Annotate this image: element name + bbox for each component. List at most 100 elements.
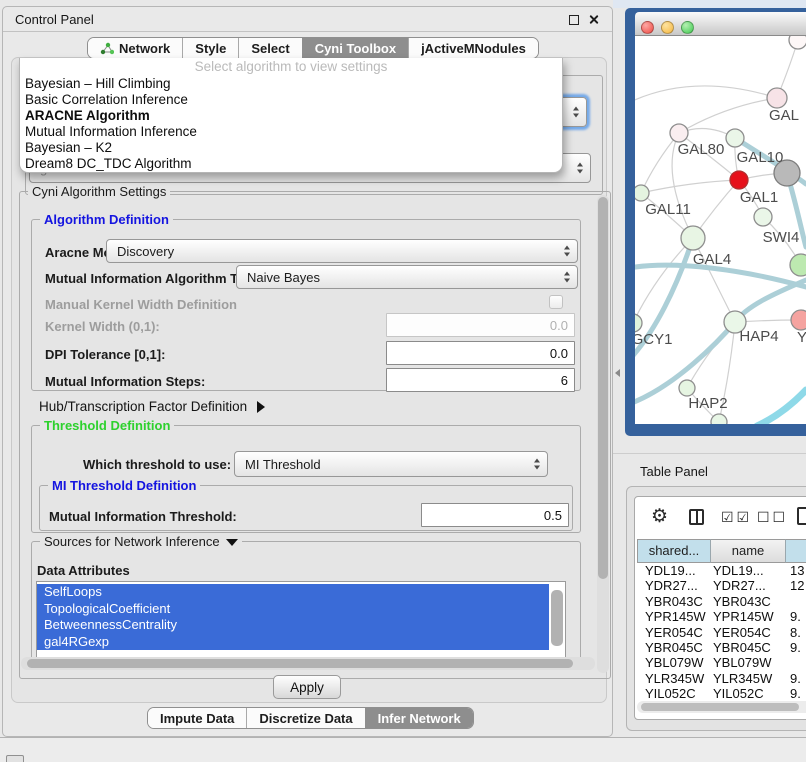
tab-cyni-toolbox[interactable]: Cyni Toolbox: [302, 38, 408, 58]
tab-infer-network[interactable]: Infer Network: [365, 708, 473, 728]
network-canvas[interactable]: GAL GAL80 GAL10 GAL1 GAL11 SWI4 GAL4 GCY…: [635, 36, 806, 424]
tab-impute-data[interactable]: Impute Data: [148, 708, 246, 728]
label-gal1: GAL1: [740, 189, 778, 206]
mi-threshold-input[interactable]: [421, 503, 569, 527]
deselect-all-checkbox-icon[interactable]: ☐☐: [757, 509, 788, 526]
manual-kernel-checkbox[interactable]: [549, 295, 563, 309]
node-partial-bottom[interactable]: [711, 414, 727, 424]
partial-widget: [6, 755, 24, 762]
aracne-mode-combo[interactable]: Discovery: [106, 239, 578, 263]
panel-splitter-handle[interactable]: [615, 369, 620, 377]
close-icon[interactable]: [588, 14, 599, 25]
list-item[interactable]: gal4RGexp: [37, 634, 549, 651]
label-gal7: GAL: [769, 107, 799, 124]
kernel-width-input[interactable]: [386, 313, 575, 337]
mi-threshold-group-title: MI Threshold Definition: [48, 478, 200, 493]
node-gal1-red[interactable]: [730, 171, 748, 189]
label-gal80: GAL80: [678, 141, 725, 158]
close-traffic-light-icon[interactable]: [641, 21, 654, 34]
settings-horizontal-scrollbar-thumb[interactable]: [27, 659, 573, 668]
table-horizontal-scrollbar[interactable]: [637, 701, 806, 713]
node-gal4[interactable]: [681, 226, 705, 250]
table-row[interactable]: YBR043CYBR043C: [637, 594, 806, 609]
dpi-tolerance-input[interactable]: [386, 341, 575, 365]
node-swi4-b[interactable]: [790, 254, 806, 276]
table-row[interactable]: YIL052CYIL052C9.: [637, 686, 806, 701]
algorithm-dropdown-popup: Select algorithm to view settings Bayesi…: [19, 58, 563, 173]
popup-item[interactable]: Bayesian – Hill Climbing: [20, 76, 562, 92]
mi-type-combo[interactable]: Naive Bayes: [236, 265, 578, 289]
tab-style[interactable]: Style: [182, 38, 238, 58]
node-swi4-a[interactable]: [754, 208, 772, 226]
minimize-traffic-light-icon[interactable]: [661, 21, 674, 34]
combo-arrows-icon: [564, 272, 570, 283]
column-header-partial[interactable]: A: [786, 539, 806, 563]
columns-icon[interactable]: [689, 509, 704, 525]
tab-select[interactable]: Select: [238, 38, 301, 58]
list-item[interactable]: TopologicalCoefficient: [37, 601, 549, 618]
tab-label: Style: [195, 41, 226, 56]
apply-button[interactable]: Apply: [273, 675, 341, 699]
popup-item[interactable]: Basic Correlation Inference: [20, 92, 562, 108]
list-item[interactable]: SelfLoops: [37, 584, 549, 601]
tab-label: Infer Network: [378, 711, 461, 726]
table-row[interactable]: YER054CYER054C8.: [637, 625, 806, 640]
table-row[interactable]: YDR27...YDR27...12: [637, 578, 806, 593]
settings-horizontal-scrollbar[interactable]: [21, 657, 595, 670]
zoom-traffic-light-icon[interactable]: [681, 21, 694, 34]
table-row[interactable]: YBL079WYBL079W: [637, 655, 806, 670]
popup-item[interactable]: Dream8 DC_TDC Algorithm: [20, 156, 562, 172]
settings-vertical-scrollbar-thumb[interactable]: [598, 197, 608, 579]
which-threshold-combo[interactable]: MI Threshold: [234, 451, 548, 477]
hub-definition-expander[interactable]: Hub/Transcription Factor Definition: [39, 399, 265, 414]
table-row[interactable]: YBR045CYBR045C9.: [637, 640, 806, 655]
node-gal10[interactable]: [726, 129, 744, 147]
table-row[interactable]: YDL19...YDL19...13: [637, 563, 806, 578]
table-row[interactable]: YLR345WYLR345W9.: [637, 671, 806, 686]
node-gcy1[interactable]: [635, 314, 642, 332]
mi-steps-input[interactable]: [386, 368, 575, 392]
label-gal4: GAL4: [693, 251, 731, 268]
column-header-shared-name[interactable]: shared...: [637, 539, 711, 563]
mi-threshold-label: Mutual Information Threshold:: [49, 509, 237, 524]
settings-vertical-scrollbar[interactable]: [597, 195, 609, 673]
tab-network[interactable]: Network: [88, 38, 182, 58]
tab-label: Network: [119, 41, 170, 56]
list-item[interactable]: BetweennessCentrality: [37, 617, 549, 634]
algorithm-definition-title: Algorithm Definition: [40, 212, 173, 227]
sources-group-title[interactable]: Sources for Network Inference: [40, 534, 242, 549]
popup-prompt: Select algorithm to view settings: [20, 58, 562, 76]
node-salmon[interactable]: [791, 310, 806, 330]
network-icon: [100, 42, 114, 55]
table-horizontal-scrollbar-thumb[interactable]: [641, 703, 799, 711]
node-gal11[interactable]: [635, 185, 649, 201]
data-attributes-list: SelfLoops TopologicalCoefficient Between…: [36, 581, 566, 659]
node-partial-top[interactable]: [789, 36, 806, 49]
new-table-icon[interactable]: [797, 507, 806, 525]
tab-label: Impute Data: [160, 711, 234, 726]
label-gcy1: GCY1: [635, 331, 672, 348]
column-header-name[interactable]: name: [711, 539, 786, 563]
mi-steps-label: Mutual Information Steps:: [45, 374, 205, 389]
bottom-panel-background: [0, 738, 806, 762]
popup-item[interactable]: Bayesian – K2: [20, 140, 562, 156]
select-all-checkbox-icon[interactable]: ☑☑: [721, 509, 752, 526]
table-card: ⚙ ☑☑ ☐☐ shared... name A YDL19...YDL19..…: [634, 496, 806, 720]
tab-discretize-data[interactable]: Discretize Data: [246, 708, 364, 728]
node-gal80[interactable]: [670, 124, 688, 142]
table-row[interactable]: YPR145WYPR145W9.: [637, 609, 806, 624]
float-window-icon[interactable]: [569, 15, 579, 25]
mi-type-value: Naive Bayes: [247, 270, 320, 285]
node-gal7[interactable]: [767, 88, 787, 108]
node-hap2[interactable]: [679, 380, 695, 396]
mi-type-label: Mutual Information Algorithm Type:: [45, 271, 264, 286]
tab-label: Select: [251, 41, 289, 56]
popup-item[interactable]: Mutual Information Inference: [20, 124, 562, 140]
control-panel-window: Control Panel Network Style: [2, 6, 613, 737]
combo-arrows-icon: [564, 246, 570, 257]
list-scrollbar-thumb[interactable]: [551, 590, 563, 646]
settings-gear-icon[interactable]: ⚙: [651, 505, 668, 528]
popup-item-selected[interactable]: ARACNE Algorithm: [20, 108, 562, 124]
tab-jactivemnodules[interactable]: jActiveMNodules: [408, 38, 538, 58]
cyni-mode-tabbar: Impute Data Discretize Data Infer Networ…: [147, 707, 474, 729]
